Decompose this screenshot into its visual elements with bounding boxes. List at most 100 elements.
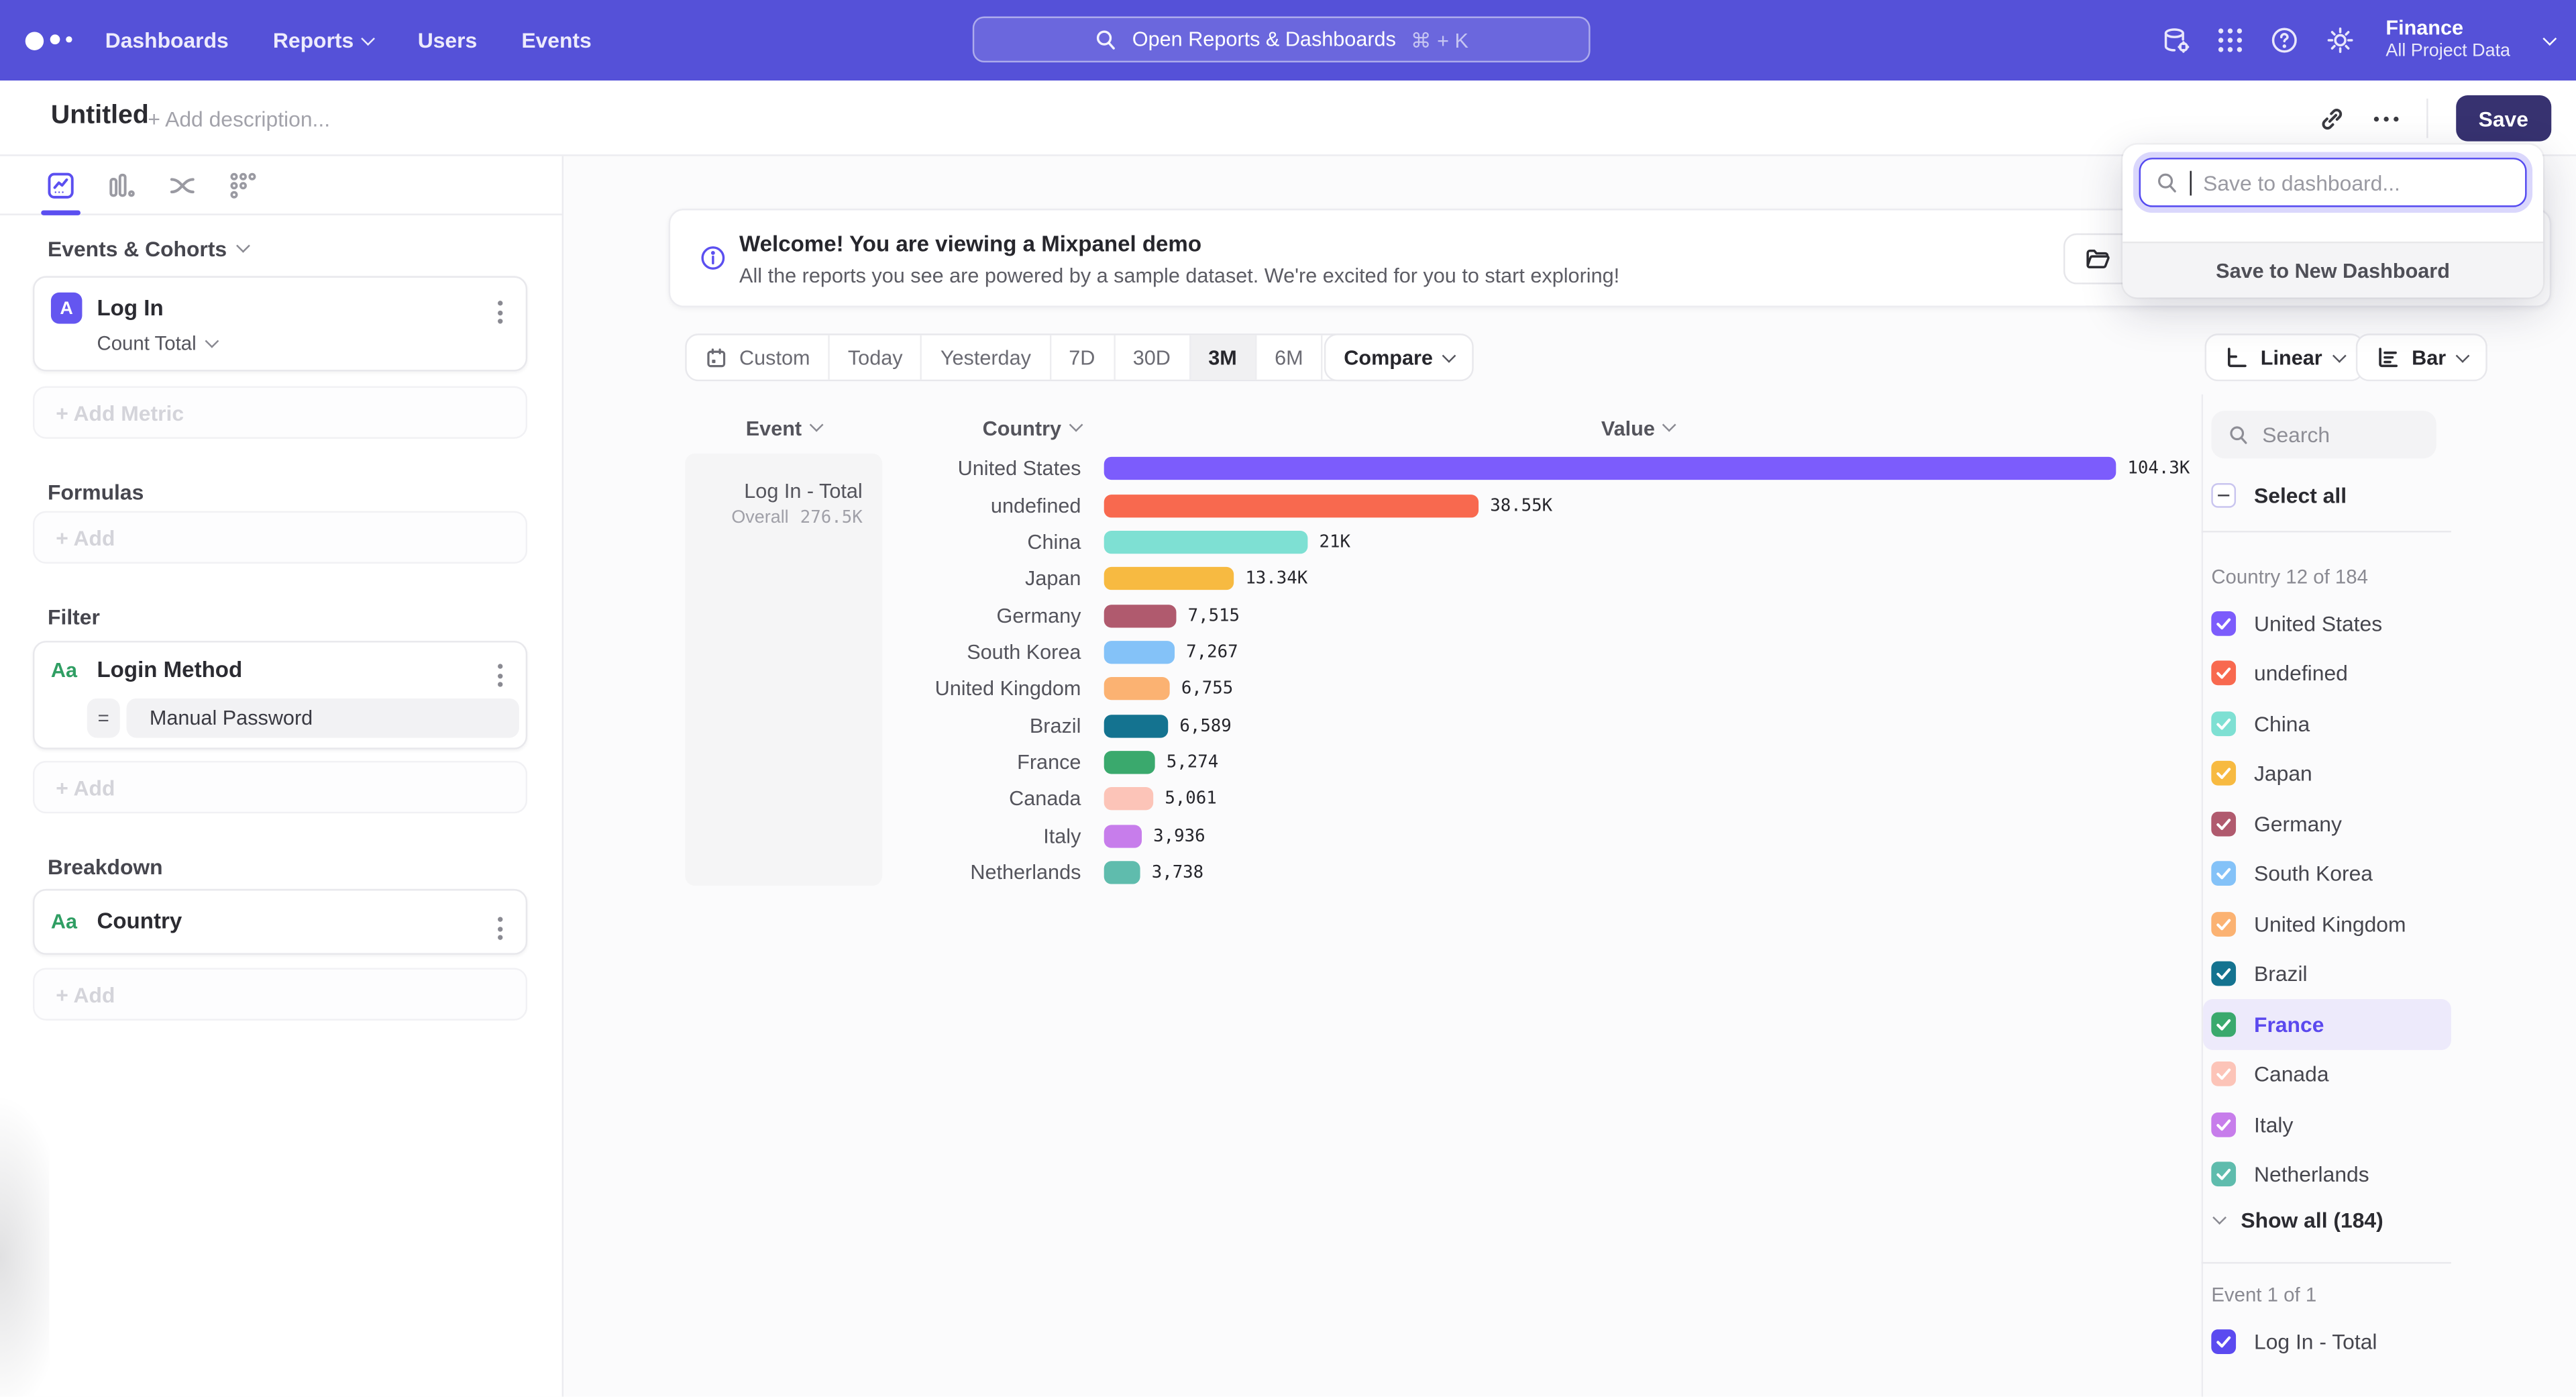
legend-item-united-states[interactable]: United States bbox=[2203, 598, 2451, 648]
legend-item-france[interactable]: France bbox=[2203, 999, 2451, 1049]
checkbox-france[interactable] bbox=[2211, 1012, 2236, 1037]
checkbox-log-in-total[interactable] bbox=[2211, 1329, 2236, 1354]
bar-united-kingdom[interactable] bbox=[1104, 678, 1170, 701]
column-header-country[interactable]: Country bbox=[882, 417, 1081, 440]
nav-item-dashboards[interactable]: Dashboards bbox=[105, 28, 229, 53]
events-cohorts-header[interactable]: Events & Cohorts bbox=[48, 237, 248, 262]
tab-funnels[interactable] bbox=[105, 168, 138, 201]
filter-value[interactable]: Manual Password bbox=[127, 698, 519, 738]
range-30d[interactable]: 30D bbox=[1113, 335, 1189, 380]
chart-row: South Korea7,267 bbox=[882, 634, 2196, 671]
help-icon[interactable] bbox=[2269, 25, 2301, 56]
nav-item-users[interactable]: Users bbox=[418, 28, 478, 53]
add-breakdown-button[interactable]: + Add bbox=[33, 968, 527, 1020]
add-formula-button[interactable]: + Add bbox=[33, 511, 527, 564]
bar-china[interactable] bbox=[1104, 531, 1308, 554]
breakdown-property-name[interactable]: Country bbox=[97, 909, 182, 933]
breakdown-card[interactable]: Aa Country bbox=[33, 889, 527, 955]
save-to-dashboard-field[interactable] bbox=[2139, 158, 2527, 207]
checkbox-united-kingdom[interactable] bbox=[2211, 912, 2236, 937]
bar-brazil[interactable] bbox=[1104, 714, 1169, 737]
range-3m[interactable]: 3M bbox=[1189, 335, 1255, 380]
range-yesterday[interactable]: Yesterday bbox=[921, 335, 1049, 380]
column-header-value[interactable]: Value bbox=[1564, 417, 1711, 440]
tab-insights[interactable] bbox=[44, 168, 77, 201]
select-all-checkbox[interactable] bbox=[2211, 483, 2236, 508]
save-to-new-dashboard-button[interactable]: Save to New Dashboard bbox=[2123, 242, 2543, 297]
legend-item-italy[interactable]: Italy bbox=[2203, 1099, 2451, 1149]
bar-france[interactable] bbox=[1104, 751, 1155, 774]
checkbox-japan[interactable] bbox=[2211, 761, 2236, 786]
legend-search[interactable] bbox=[2211, 411, 2436, 458]
legend-item-china[interactable]: China bbox=[2203, 698, 2451, 749]
metric-event-name[interactable]: Log In bbox=[97, 296, 163, 321]
event-group-cell[interactable]: Log In - Total Overall 276.5K bbox=[685, 454, 882, 886]
tab-retention[interactable] bbox=[227, 168, 260, 201]
metric-card[interactable]: A Log In Count Total bbox=[33, 276, 527, 371]
add-filter-button[interactable]: + Add bbox=[33, 761, 527, 813]
checkbox-germany[interactable] bbox=[2211, 811, 2236, 836]
report-title[interactable]: Untitled bbox=[51, 102, 149, 132]
checkbox-italy[interactable] bbox=[2211, 1112, 2236, 1137]
save-to-dashboard-input[interactable] bbox=[2203, 170, 2507, 195]
legend-item-log-in-total[interactable]: Log In - Total bbox=[2203, 1316, 2451, 1367]
scale-selector-button[interactable]: Linear bbox=[2205, 333, 2363, 381]
chart-type-button[interactable]: Bar bbox=[2356, 333, 2487, 381]
settings-gear-icon[interactable] bbox=[2325, 25, 2357, 56]
legend-item-brazil[interactable]: Brazil bbox=[2203, 949, 2451, 999]
legend-item-undefined[interactable]: undefined bbox=[2203, 648, 2451, 698]
add-description-field[interactable]: + Add description... bbox=[148, 107, 330, 132]
save-button[interactable]: Save bbox=[2455, 95, 2551, 142]
bar-undefined[interactable] bbox=[1104, 494, 1479, 517]
range-custom[interactable]: Custom bbox=[687, 335, 828, 380]
bar-canada[interactable] bbox=[1104, 788, 1153, 811]
bar-italy[interactable] bbox=[1104, 824, 1142, 847]
filter-operator[interactable]: = bbox=[87, 698, 120, 738]
bar-germany[interactable] bbox=[1104, 604, 1177, 627]
compare-button[interactable]: Compare bbox=[1324, 333, 1474, 381]
breakdown-more-icon[interactable] bbox=[493, 912, 508, 945]
data-management-icon[interactable] bbox=[2161, 25, 2192, 56]
top-nav-right: Finance All Project Data bbox=[2161, 0, 2555, 81]
bar-netherlands[interactable] bbox=[1104, 861, 1140, 884]
more-actions-icon[interactable] bbox=[2373, 116, 2398, 121]
range-today[interactable]: Today bbox=[828, 335, 920, 380]
legend-item-united-kingdom[interactable]: United Kingdom bbox=[2203, 899, 2451, 949]
checkbox-netherlands[interactable] bbox=[2211, 1162, 2236, 1187]
filter-property-name[interactable]: Login Method bbox=[97, 658, 242, 682]
apps-grid-icon[interactable] bbox=[2216, 26, 2245, 54]
legend-item-canada[interactable]: Canada bbox=[2203, 1049, 2451, 1100]
nav-item-events[interactable]: Events bbox=[521, 28, 591, 53]
tab-flows[interactable] bbox=[166, 168, 199, 201]
checkbox-china[interactable] bbox=[2211, 711, 2236, 736]
checkbox-undefined[interactable] bbox=[2211, 661, 2236, 686]
legend-item-japan[interactable]: Japan bbox=[2203, 749, 2451, 799]
checkbox-canada[interactable] bbox=[2211, 1062, 2236, 1087]
mixpanel-logo-icon[interactable] bbox=[23, 21, 78, 61]
show-all-button[interactable]: Show all (184) bbox=[2214, 1208, 2383, 1233]
bar-japan[interactable] bbox=[1104, 567, 1234, 590]
nav-item-reports[interactable]: Reports bbox=[273, 28, 374, 53]
copy-link-icon[interactable] bbox=[2318, 105, 2346, 133]
select-all-row[interactable]: Select all bbox=[2211, 483, 2347, 508]
legend-item-netherlands[interactable]: Netherlands bbox=[2203, 1149, 2451, 1200]
global-search-button[interactable]: Open Reports & Dashboards ⌘ + K bbox=[973, 16, 1591, 62]
project-switcher[interactable]: Finance All Project Data bbox=[2385, 17, 2510, 63]
legend-item-germany[interactable]: Germany bbox=[2203, 798, 2451, 849]
bar-united-states[interactable] bbox=[1104, 457, 2116, 480]
range-6m[interactable]: 6M bbox=[1255, 335, 1322, 380]
range-7d[interactable]: 7D bbox=[1049, 335, 1113, 380]
checkbox-south-korea[interactable] bbox=[2211, 862, 2236, 886]
checkbox-united-states[interactable] bbox=[2211, 611, 2236, 635]
column-header-event[interactable]: Event bbox=[685, 417, 882, 440]
chevron-down-icon bbox=[1663, 418, 1677, 432]
metric-aggregation[interactable]: Count Total bbox=[97, 332, 216, 355]
legend-item-south-korea[interactable]: South Korea bbox=[2203, 849, 2451, 899]
metric-more-icon[interactable] bbox=[493, 296, 508, 329]
add-metric-button[interactable]: + Add Metric bbox=[33, 386, 527, 439]
filter-more-icon[interactable] bbox=[493, 659, 508, 692]
checkbox-brazil[interactable] bbox=[2211, 962, 2236, 986]
legend-search-input[interactable] bbox=[2262, 422, 2418, 447]
bar-south-korea[interactable] bbox=[1104, 641, 1175, 664]
filter-card[interactable]: Aa Login Method = Manual Password bbox=[33, 641, 527, 749]
